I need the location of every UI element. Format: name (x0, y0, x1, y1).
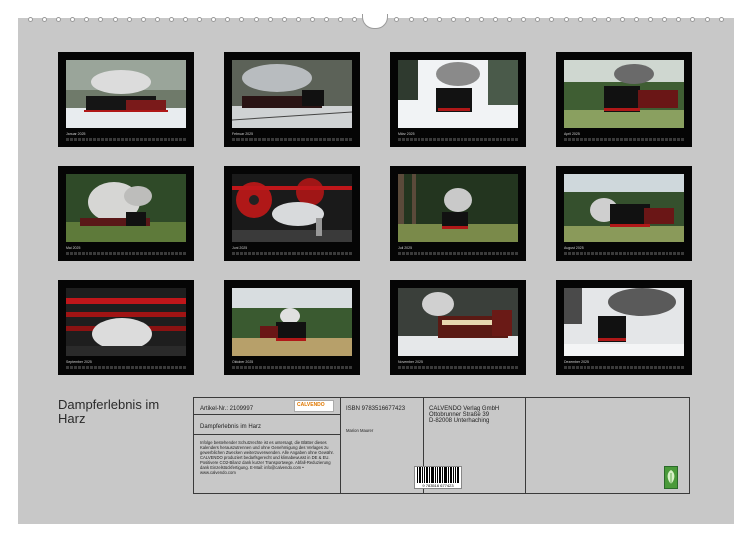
photo-february (232, 60, 352, 128)
photo-july (398, 174, 518, 242)
photo-november (398, 288, 518, 356)
isbn: ISBN 9783516677423 (346, 406, 406, 412)
month-tile-october: Oktober 2025 (224, 280, 360, 375)
barcode-digits: 9 783516 677423 (422, 483, 454, 488)
month-tile-august: August 2025 (556, 166, 692, 261)
month-label: Juli 2025 (398, 246, 413, 250)
photo-september (66, 288, 186, 356)
day-strip (398, 252, 519, 255)
month-tile-september: September 2025 (58, 280, 194, 375)
calendar-title: Dampferlebnis im Harz (58, 397, 160, 426)
article-number: Artikel-Nr.: 2109997 (200, 406, 254, 412)
month-tile-january: Januar 2025 (58, 52, 194, 147)
photo-december (564, 288, 684, 356)
month-label: September 2025 (66, 360, 92, 364)
month-tile-february: Februar 2025 (224, 52, 360, 147)
info-column-article: Artikel-Nr.: 2109997 CALVENDO Dampferleb… (194, 398, 341, 493)
day-strip (66, 138, 187, 141)
month-label: Mai 2025 (66, 246, 81, 250)
info-column-isbn: ISBN 9783516677423 Marion Maurer (341, 398, 424, 493)
day-strip (232, 252, 352, 255)
day-strip (232, 366, 353, 369)
month-label: November 2025 (398, 360, 423, 364)
month-tile-may: Mai 2025 (58, 166, 194, 261)
barcode: 9 783516 677423 (414, 466, 462, 489)
leaf-icon (664, 466, 678, 489)
month-label: Oktober 2025 (232, 360, 254, 364)
photo-march (398, 60, 518, 128)
photo-june (232, 174, 352, 242)
photo-october (232, 288, 352, 356)
photo-august (564, 174, 684, 242)
day-strip (66, 366, 186, 369)
month-tile-november: November 2025 (390, 280, 526, 375)
day-strip (398, 366, 518, 369)
day-strip (398, 138, 519, 141)
month-tile-june: Juni 2025 (224, 166, 360, 261)
month-label: Januar 2025 (66, 132, 86, 136)
month-tile-december: Dezember 2025 (556, 280, 692, 375)
day-strip (564, 138, 684, 141)
month-label: März 2025 (398, 132, 415, 136)
publisher-city: D-82008 Unterhaching (429, 418, 490, 424)
month-label: Juni 2025 (232, 246, 248, 250)
legal-notice: Infolge bestehender Schutzrechte ist es … (200, 440, 334, 475)
month-label: August 2025 (564, 246, 584, 250)
month-tile-july: Juli 2025 (390, 166, 526, 261)
photo-may (66, 174, 186, 242)
month-label: Dezember 2025 (564, 360, 589, 364)
photo-january (66, 60, 186, 128)
author: Marion Maurer (346, 428, 374, 433)
day-strip (564, 366, 685, 369)
photo-april (564, 60, 684, 128)
month-tile-march: März 2025 (390, 52, 526, 147)
info-calendar-title: Dampferlebnis im Harz (200, 424, 262, 430)
day-strip (564, 252, 685, 255)
day-strip (232, 138, 353, 141)
calvendo-logo: CALVENDO (294, 400, 334, 412)
day-strip (66, 252, 187, 255)
month-label: April 2025 (564, 132, 580, 136)
month-tile-april: April 2025 (556, 52, 692, 147)
month-label: Februar 2025 (232, 132, 254, 136)
